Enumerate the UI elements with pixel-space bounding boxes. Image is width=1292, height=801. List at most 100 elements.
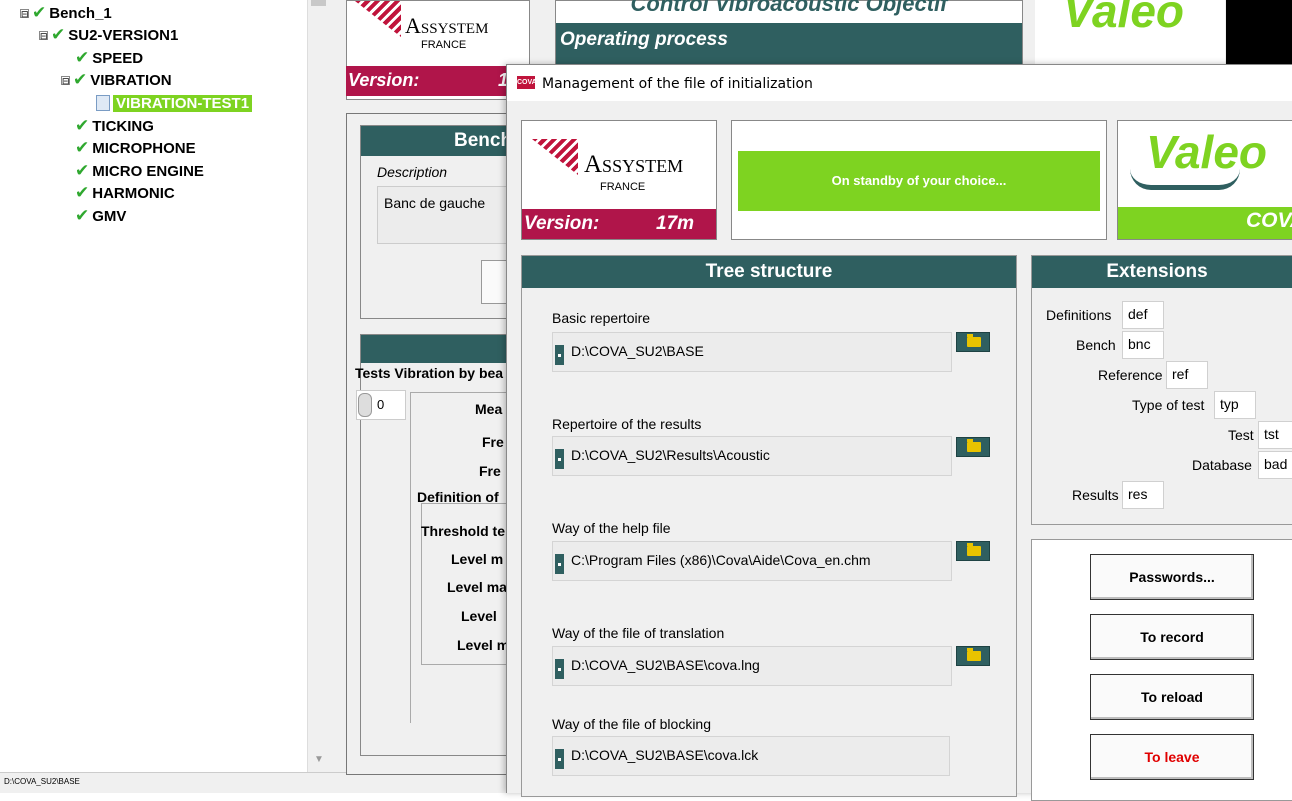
status-bar: D:\COVA_SU2\BASE [0,772,520,793]
basic-repertoire-field[interactable]: D:\COVA_SU2\BASE [552,332,952,372]
results-repertoire-label: Repertoire of the results [552,416,702,432]
assystem-logo: Assystem FRANCE Version: 17m [521,120,717,240]
tree-item-ticking[interactable]: ✔ TICKING [75,116,154,136]
check-icon: ✔ [75,138,90,157]
ext-field-results[interactable]: res [1122,481,1164,509]
field-marker-icon [555,749,564,769]
translation-file-field[interactable]: D:\COVA_SU2\BASE\cova.lng [552,646,952,686]
folder-icon [967,648,981,661]
tests-header [361,335,521,363]
cova-text: COVA [1246,209,1292,232]
field-marker-icon [555,449,564,469]
passwords-button[interactable]: Passwords... [1090,554,1254,600]
ext-label-type-of-test: Type of test [1132,397,1205,413]
help-file-field[interactable]: C:\Program Files (x86)\Cova\Aide\Cova_en… [552,541,952,581]
folder-icon [967,543,981,556]
folder-icon [967,334,981,347]
bench-group: Bench Description Banc de gauche [360,125,523,319]
leave-button[interactable]: To leave [1090,734,1254,780]
ext-field-bench[interactable]: bnc [1122,331,1164,359]
tree-panel: ⊟ ✔ Bench_1 ⊟ ✔ SU2-VERSION1 ✔ SPEED ⊟ ✔ VIBRAT… [0,0,330,772]
actions-panel: Passwords... To record To reload To leav… [1031,539,1292,801]
tree-item-bench[interactable]: ⊟ ✔ Bench_1 [20,3,112,23]
ext-field-reference[interactable]: ref [1166,361,1208,389]
dialog-title: Management of the file of initialization [542,76,813,92]
tree-item-microphone[interactable]: ✔ MICROPHONE [75,138,196,158]
ext-label-bench: Bench [1076,337,1116,353]
reload-button[interactable]: To reload [1090,674,1254,720]
browse-folder-button[interactable] [956,437,990,457]
field-value: D:\COVA_SU2\BASE\cova.lck [571,747,759,763]
dialog-title-bar[interactable]: COVA Management of the file of initializ… [507,65,1292,101]
check-icon: ✔ [75,116,90,135]
bg-black-area [1226,0,1292,66]
extensions-panel: Extensions Definitions def Bench bnc Ref… [1031,255,1292,525]
blocking-file-field[interactable]: D:\COVA_SU2\BASE\cova.lck [552,736,950,776]
results-repertoire-field[interactable]: D:\COVA_SU2\Results\Acoustic [552,436,952,476]
tree-scrollbar[interactable]: ▼ [307,0,330,772]
ext-field-type-of-test[interactable]: typ [1214,391,1256,419]
bench-header-label: Bench [454,130,513,151]
check-icon: ✔ [32,3,47,22]
ext-label-database: Database [1192,457,1252,473]
check-icon: ✔ [75,183,90,202]
assystem-wordmark: Assystem [584,151,684,178]
operating-process-label: Operating process [560,29,728,50]
blocking-file-label: Way of the file of blocking [552,716,712,732]
tree-item-label: SU2-VERSION1 [68,26,179,44]
spin-icon[interactable] [358,393,372,417]
status-path: D:\COVA_SU2\BASE [4,777,80,786]
tree-item-vibration[interactable]: ⊟ ✔ VIBRATION [61,70,172,90]
browse-folder-button[interactable] [956,646,990,666]
browse-folder-button[interactable] [956,332,990,352]
check-icon: ✔ [51,25,66,44]
init-dialog: COVA Management of the file of initializ… [506,64,1292,801]
row-label: Level [461,608,497,624]
row-label: Threshold te [421,523,506,539]
cova-bar: COVA [1118,207,1292,239]
tree-item-vibration-test1[interactable]: VIBRATION-TEST1 [96,93,253,113]
translation-file-label: Way of the file of translation [552,625,725,641]
row-label: Mea [475,401,503,417]
description-field[interactable]: Banc de gauche [377,186,519,244]
tree-item-label: MICRO ENGINE [92,162,204,180]
tree-item-micro-engine[interactable]: ✔ MICRO ENGINE [75,161,204,181]
row-label: Fre [482,434,504,450]
collapse-icon[interactable]: ⊟ [39,30,48,40]
collapse-icon[interactable]: ⊟ [20,8,29,18]
version-bar: Version: 17m [522,209,716,239]
file-icon [96,95,110,111]
tree-item-speed[interactable]: ✔ SPEED [75,48,143,68]
ext-field-definitions[interactable]: def [1122,301,1164,329]
basic-repertoire-label: Basic repertoire [552,310,651,326]
record-button[interactable]: To record [1090,614,1254,660]
version-value: 17m [656,213,695,234]
row-label: Level m [451,551,504,567]
bg-version-bar: Version: 17 [346,66,528,96]
scroll-thumb[interactable] [311,0,326,6]
ext-field-test[interactable]: tst [1258,421,1292,449]
collapse-icon[interactable]: ⊟ [61,75,70,85]
check-icon: ✔ [75,206,90,225]
valeo-swoosh-icon [1130,169,1240,190]
folder-icon [967,439,981,452]
tree-item-label: HARMONIC [92,184,175,202]
ext-field-database[interactable]: bad [1258,451,1292,479]
scroll-down-arrow-icon[interactable]: ▼ [314,754,324,765]
bg-header-title: Control Vibroacoustic Objectif [630,0,948,16]
tests-spinner[interactable]: 0 [356,390,406,420]
check-icon: ✔ [75,48,90,67]
status-message: On standby of your choice... [831,173,1007,188]
ext-label-test: Test [1228,427,1254,443]
tree-item-label: MICROPHONE [92,139,196,157]
extensions-header: Extensions [1032,256,1292,288]
help-file-label: Way of the help file [552,520,671,536]
tree-item-gmv[interactable]: ✔ GMV [75,206,126,226]
assystem-stripes-icon [355,1,401,37]
row-label: Fre [479,463,501,479]
tree-item-su2-version1[interactable]: ⊟ ✔ SU2-VERSION1 [39,25,178,45]
tree-item-harmonic[interactable]: ✔ HARMONIC [75,183,175,203]
assystem-stripes-icon [532,139,578,175]
row-label: Level ma [447,579,507,595]
browse-folder-button[interactable] [956,541,990,561]
